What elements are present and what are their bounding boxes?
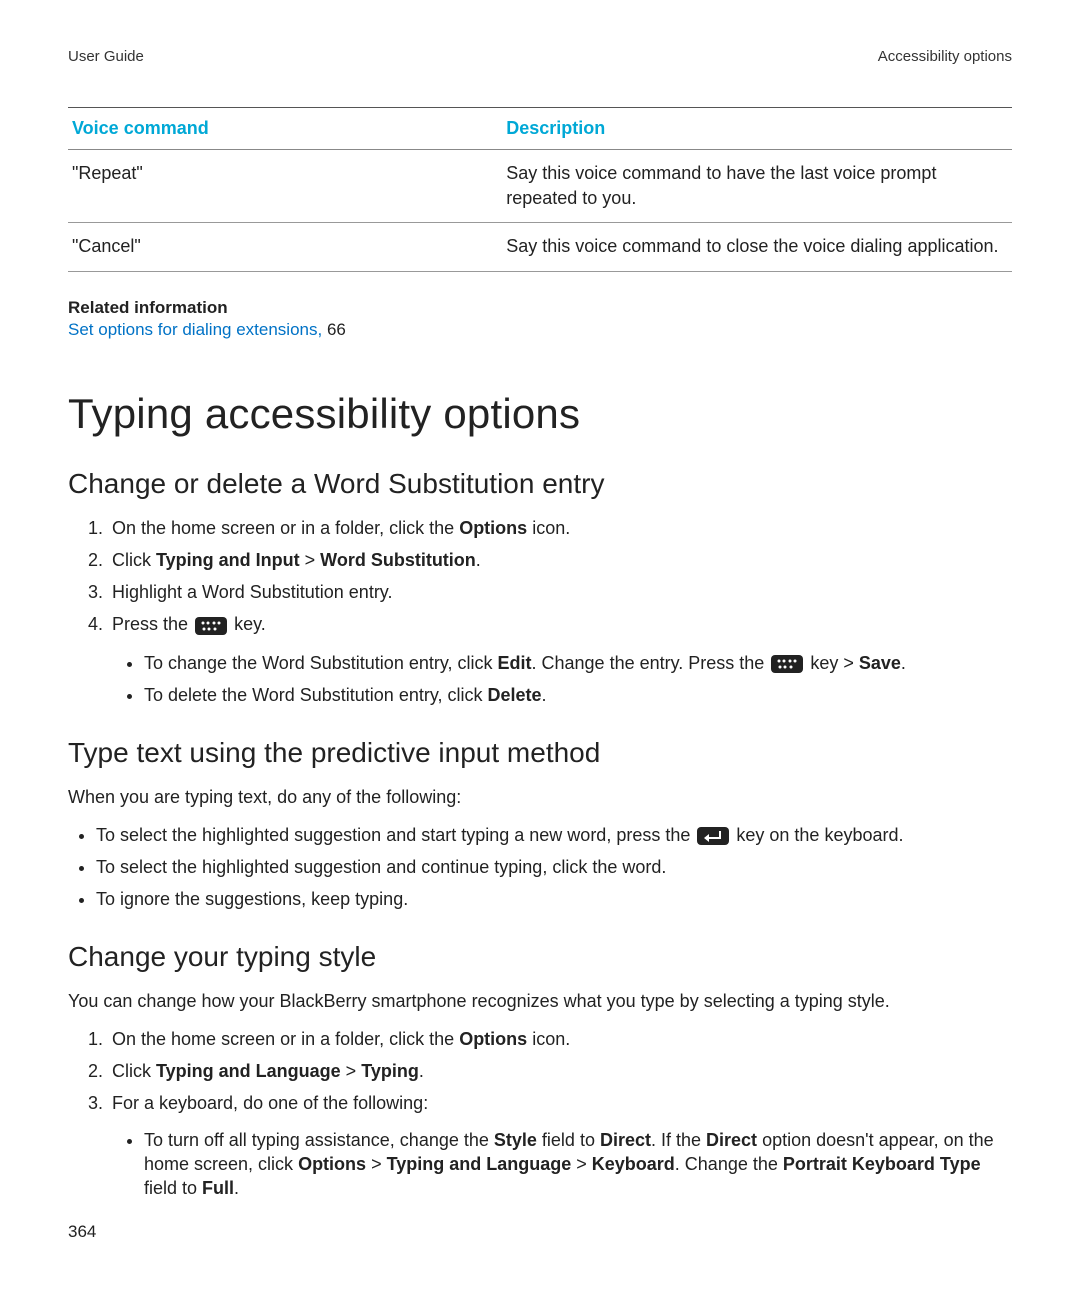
text: key on the keyboard. xyxy=(736,825,903,845)
text: icon. xyxy=(527,1029,570,1049)
text-bold: Options xyxy=(459,518,527,538)
bullets: To select the highlighted suggestion and… xyxy=(68,823,1012,912)
subheading-change-word-substitution: Change or delete a Word Substitution ent… xyxy=(68,468,1012,500)
bullet: To change the Word Substitution entry, c… xyxy=(144,651,1012,675)
bullet: To select the highlighted suggestion and… xyxy=(96,823,1012,847)
text: > xyxy=(300,550,321,570)
text-bold: Portrait Keyboard Type xyxy=(783,1154,981,1174)
text-bold: Typing xyxy=(361,1061,419,1081)
text: . If the xyxy=(651,1130,706,1150)
step: On the home screen or in a folder, click… xyxy=(108,516,1012,540)
running-header: User Guide Accessibility options xyxy=(68,48,1012,107)
text: Press the xyxy=(112,614,193,634)
bullet: To turn off all typing assistance, chang… xyxy=(144,1128,1012,1201)
text: . xyxy=(476,550,481,570)
table-header-voice: Voice command xyxy=(68,108,502,150)
text-bold: Direct xyxy=(706,1130,757,1150)
text-bold: Save xyxy=(859,653,901,673)
description-cell: Say this voice command to have the last … xyxy=(502,150,1012,223)
text: field to xyxy=(144,1178,202,1198)
description-cell: Say this voice command to close the voic… xyxy=(502,223,1012,271)
text-bold: Word Substitution xyxy=(320,550,476,570)
text: . xyxy=(419,1061,424,1081)
bullet: To select the highlighted suggestion and… xyxy=(96,855,1012,879)
step: Click Typing and Language > Typing. xyxy=(108,1059,1012,1083)
page-number: 364 xyxy=(68,1222,96,1242)
step: Press the key. To change the Word Substi… xyxy=(108,612,1012,707)
text: . xyxy=(542,685,547,705)
text: For a keyboard, do one of the following: xyxy=(112,1093,428,1113)
header-right: Accessibility options xyxy=(878,48,1012,65)
text-bold: Full xyxy=(202,1178,234,1198)
text: . xyxy=(901,653,906,673)
text-bold: Options xyxy=(298,1154,366,1174)
step: For a keyboard, do one of the following:… xyxy=(108,1091,1012,1200)
bb-menu-key-icon xyxy=(771,655,803,673)
text-bold: Typing and Language xyxy=(156,1061,341,1081)
text: To turn off all typing assistance, chang… xyxy=(144,1130,494,1150)
related-info-label: Related information xyxy=(68,298,1012,318)
paragraph: When you are typing text, do any of the … xyxy=(68,785,1012,810)
paragraph: You can change how your BlackBerry smart… xyxy=(68,989,1012,1014)
table-row: "Repeat" Say this voice command to have … xyxy=(68,150,1012,223)
sub-bullets: To turn off all typing assistance, chang… xyxy=(112,1128,1012,1201)
text-bold: Keyboard xyxy=(592,1154,675,1174)
subheading-change-typing-style: Change your typing style xyxy=(68,941,1012,973)
text: To select the highlighted suggestion and… xyxy=(96,825,695,845)
text: > xyxy=(341,1061,362,1081)
text: Click xyxy=(112,1061,156,1081)
text: On the home screen or in a folder, click… xyxy=(112,518,459,538)
voice-command-table: Voice command Description "Repeat" Say t… xyxy=(68,107,1012,272)
text: . xyxy=(234,1178,239,1198)
voice-command-cell: "Repeat" xyxy=(68,150,502,223)
step: Highlight a Word Substitution entry. xyxy=(108,580,1012,604)
text-bold: Typing and Input xyxy=(156,550,300,570)
text: > xyxy=(366,1154,387,1174)
steps-list: On the home screen or in a folder, click… xyxy=(68,516,1012,708)
bullet: To delete the Word Substitution entry, c… xyxy=(144,683,1012,707)
text: On the home screen or in a folder, click… xyxy=(112,1029,459,1049)
steps-list: On the home screen or in a folder, click… xyxy=(68,1027,1012,1201)
voice-command-cell: "Cancel" xyxy=(68,223,502,271)
related-link[interactable]: Set options for dialing extensions, xyxy=(68,320,327,339)
text: key > xyxy=(810,653,859,673)
section-heading-typing-accessibility: Typing accessibility options xyxy=(68,390,1012,438)
text: To change the Word Substitution entry, c… xyxy=(144,653,498,673)
table-row: "Cancel" Say this voice command to close… xyxy=(68,223,1012,271)
text: > xyxy=(571,1154,592,1174)
text-bold: Options xyxy=(459,1029,527,1049)
step: On the home screen or in a folder, click… xyxy=(108,1027,1012,1051)
text-bold: Direct xyxy=(600,1130,651,1150)
text: key. xyxy=(234,614,266,634)
header-left: User Guide xyxy=(68,48,144,65)
text-bold: Typing and Language xyxy=(387,1154,572,1174)
table-header-description: Description xyxy=(502,108,1012,150)
text: icon. xyxy=(527,518,570,538)
text: To delete the Word Substitution entry, c… xyxy=(144,685,488,705)
text-bold: Edit xyxy=(498,653,532,673)
subheading-predictive-input: Type text using the predictive input met… xyxy=(68,737,1012,769)
text: Click xyxy=(112,550,156,570)
related-info-line: Set options for dialing extensions, 66 xyxy=(68,320,1012,340)
text: . Change the xyxy=(675,1154,783,1174)
text: . Change the entry. Press the xyxy=(532,653,770,673)
enter-key-icon xyxy=(697,827,729,845)
text-bold: Style xyxy=(494,1130,537,1150)
bb-menu-key-icon xyxy=(195,617,227,635)
text: field to xyxy=(537,1130,600,1150)
text-bold: Delete xyxy=(488,685,542,705)
bullet: To ignore the suggestions, keep typing. xyxy=(96,887,1012,911)
sub-bullets: To change the Word Substitution entry, c… xyxy=(112,651,1012,708)
step: Click Typing and Input > Word Substituti… xyxy=(108,548,1012,572)
related-link-page: 66 xyxy=(327,320,346,339)
